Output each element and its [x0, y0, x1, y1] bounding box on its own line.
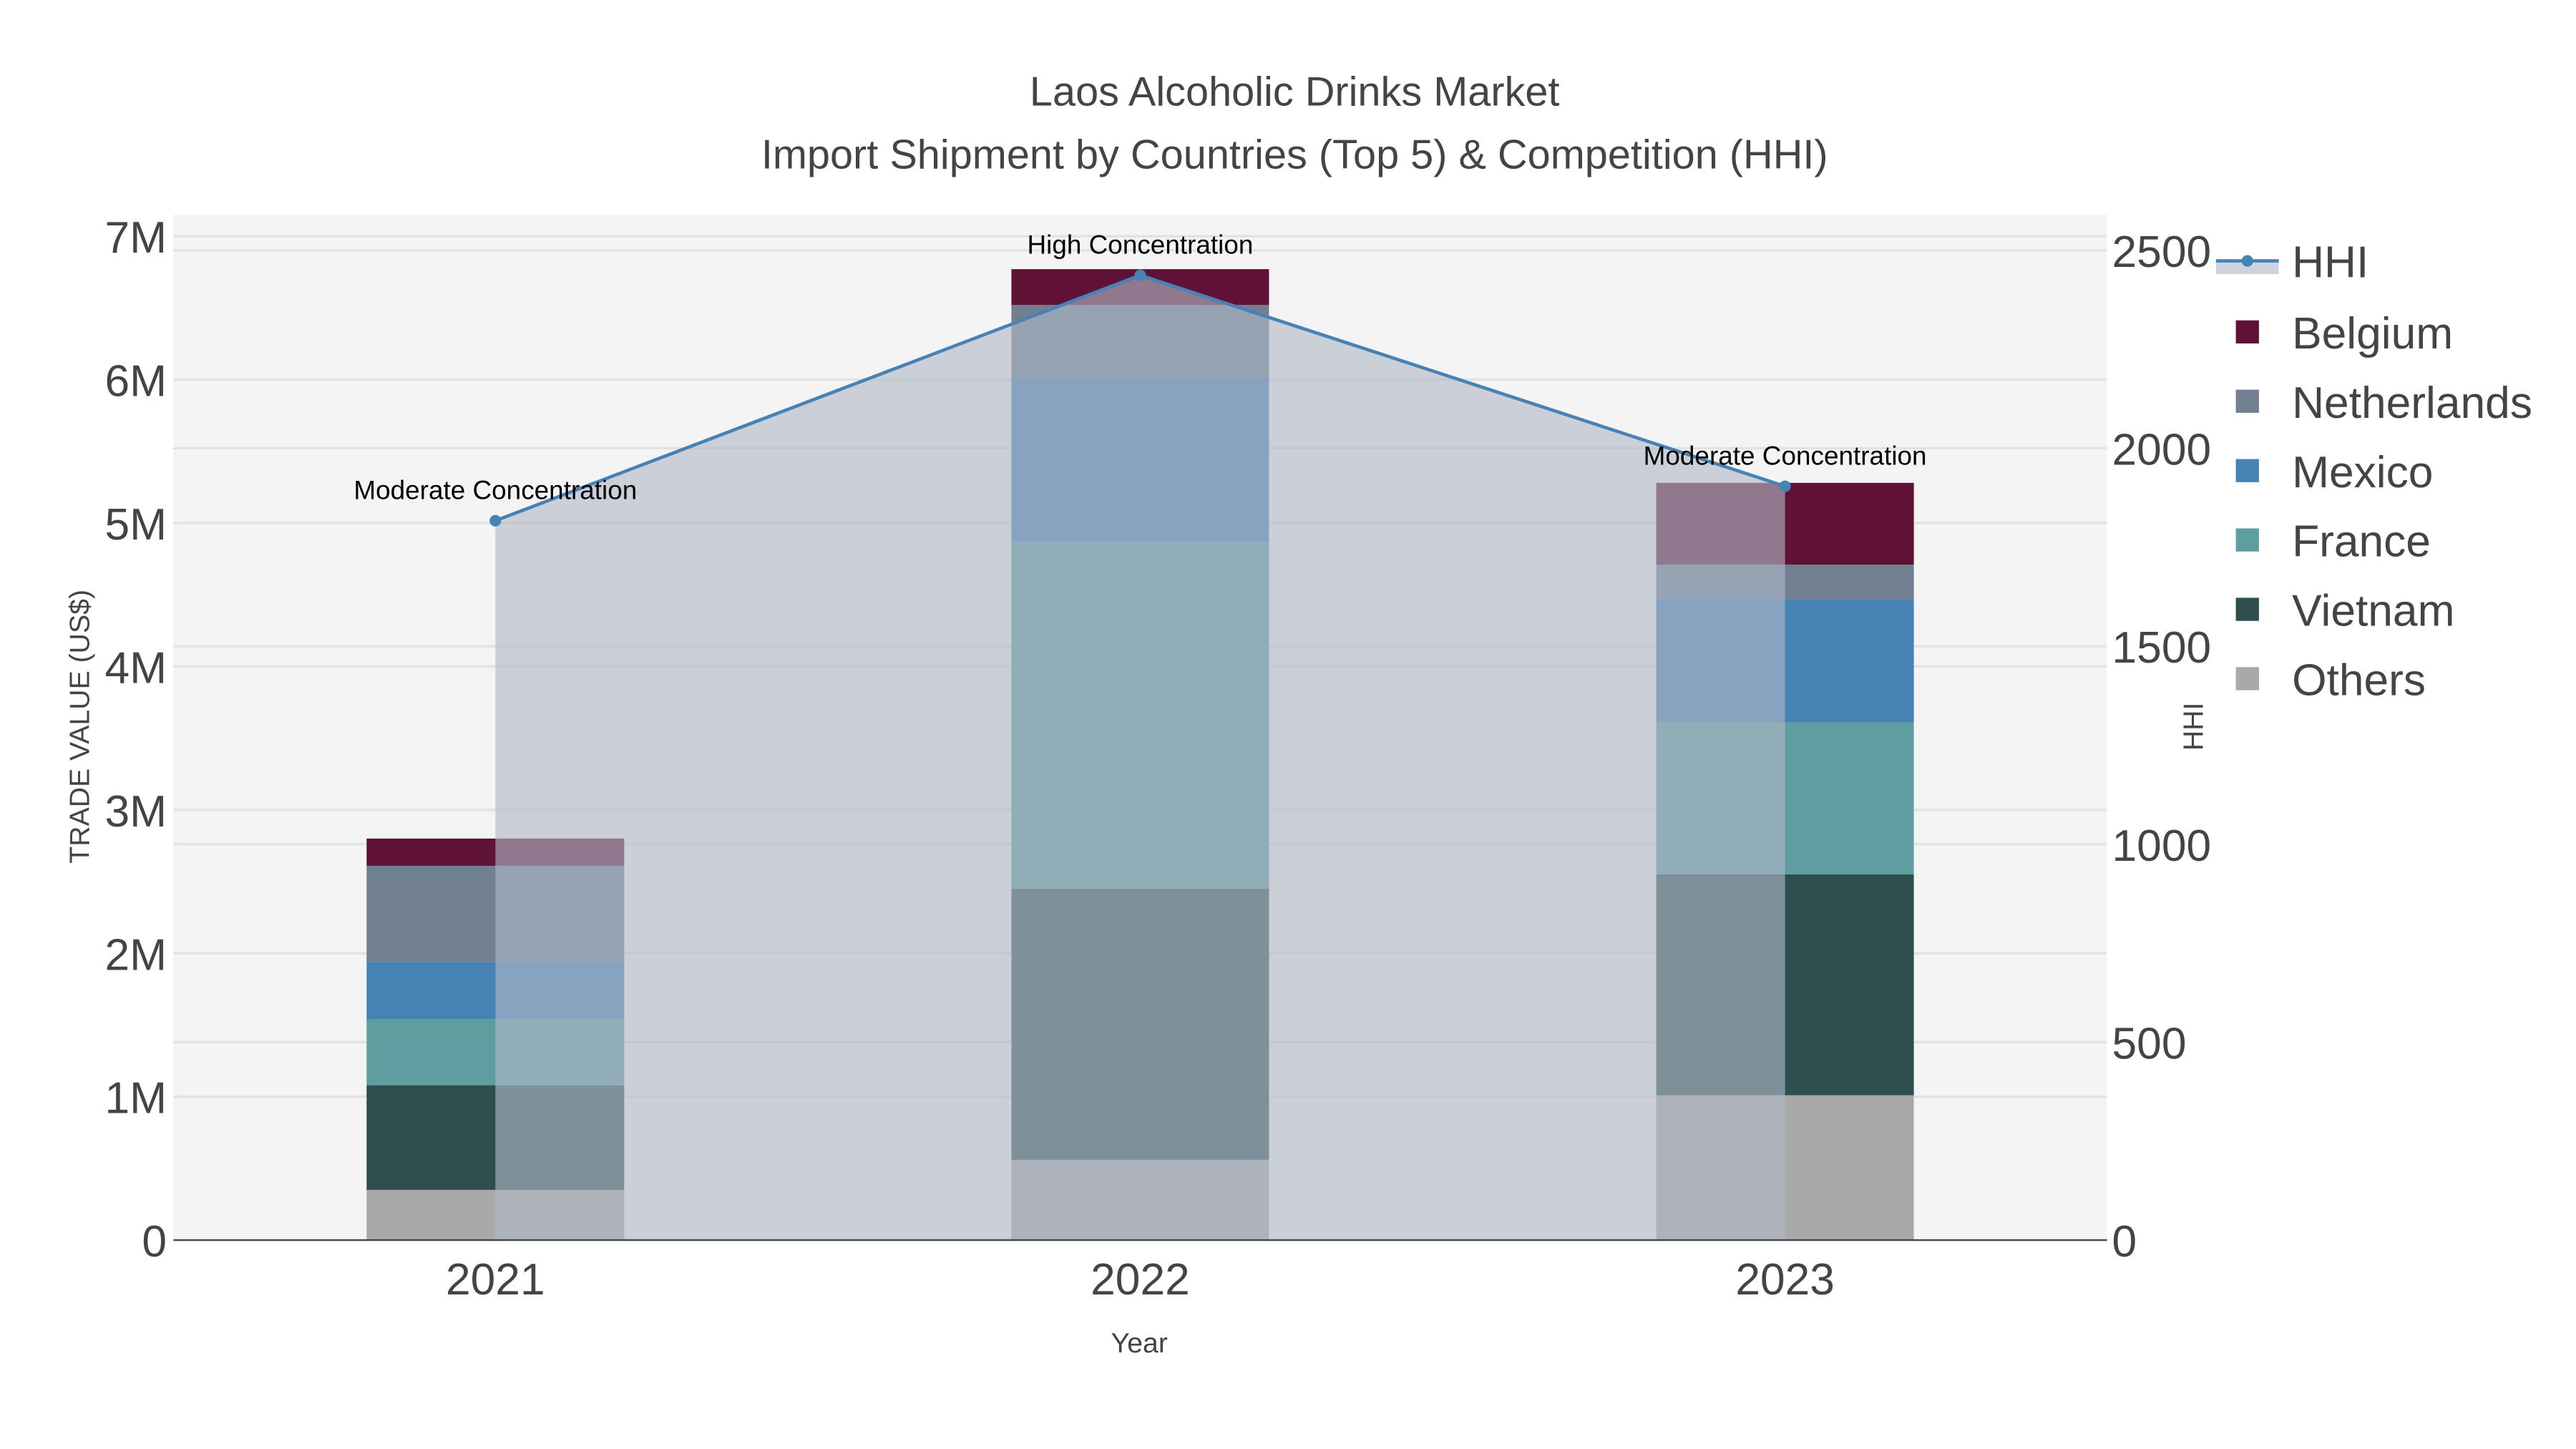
legend-item-others[interactable]: Others [2292, 656, 2426, 706]
legend-swatch-vietnam [2235, 597, 2259, 621]
legend-item-hhi[interactable]: HHI [2292, 238, 2368, 288]
legend: HHI Belgium Netherlands Mexico France Vietnam… [2212, 231, 2576, 727]
x-axis-ticks: 2021 2022 2023 [446, 1255, 1835, 1304]
hhi-point-2021[interactable] [489, 514, 502, 527]
x-tick-label: 2023 [1735, 1255, 1835, 1304]
hhi-annotation: Moderate Concentration [353, 476, 637, 505]
legend-item-belgium[interactable]: Belgium [2292, 309, 2453, 358]
legend-item-vietnam[interactable]: Vietnam [2292, 587, 2454, 636]
legend-swatch-mexico [2235, 459, 2259, 482]
y-axis-title: TRADE VALUE (US$) [64, 590, 96, 864]
y-tick-label: 5M [105, 500, 167, 550]
y-tick-label: 2M [105, 930, 167, 980]
legend-swatch-belgium [2235, 320, 2259, 343]
chart-title: Laos Alcoholic Drinks Market [1030, 69, 1560, 115]
hhi-annotation: Moderate Concentration [1644, 441, 1927, 471]
y2-tick-label: 2500 [2112, 228, 2212, 277]
legend-item-france[interactable]: France [2292, 517, 2431, 567]
hhi-trade-chart: Laos Alcoholic Drinks Market Import Ship… [64, 69, 2576, 1359]
y-tick-label: 0 [142, 1217, 167, 1267]
y2-tick-label: 500 [2112, 1019, 2187, 1068]
y2-tick-label: 0 [2112, 1217, 2137, 1267]
y-tick-label: 4M [105, 643, 167, 693]
y2-tick-label: 1500 [2112, 623, 2212, 673]
legend-item-netherlands[interactable]: Netherlands [2292, 379, 2532, 428]
x-tick-label: 2021 [446, 1255, 545, 1304]
y-tick-label: 1M [105, 1074, 167, 1123]
y2-axis-title: HHI [2177, 703, 2209, 751]
legend-item-mexico[interactable]: Mexico [2292, 448, 2433, 497]
x-tick-label: 2022 [1091, 1255, 1190, 1304]
legend-swatch-others [2235, 667, 2259, 691]
y-tick-label: 3M [105, 787, 167, 836]
y-tick-label: 7M [105, 213, 167, 263]
x-axis-title: Year [1111, 1327, 1168, 1359]
legend-swatch-netherlands [2235, 389, 2259, 413]
legend-hhi-marker [2241, 255, 2253, 267]
hhi-annotation: High Concentration [1027, 230, 1253, 260]
chart-subtitle: Import Shipment by Countries (Top 5) & C… [761, 132, 1828, 177]
hhi-point-2023[interactable] [1779, 480, 1791, 492]
legend-swatch-france [2235, 528, 2259, 552]
y2-tick-label: 1000 [2112, 821, 2212, 871]
y-tick-label: 6M [105, 357, 167, 406]
hhi-point-2022[interactable] [1134, 269, 1146, 281]
y-axis-ticks: 0 1M 2M 3M 4M 5M 6M 7M [105, 213, 167, 1267]
y2-tick-label: 2000 [2112, 426, 2212, 475]
